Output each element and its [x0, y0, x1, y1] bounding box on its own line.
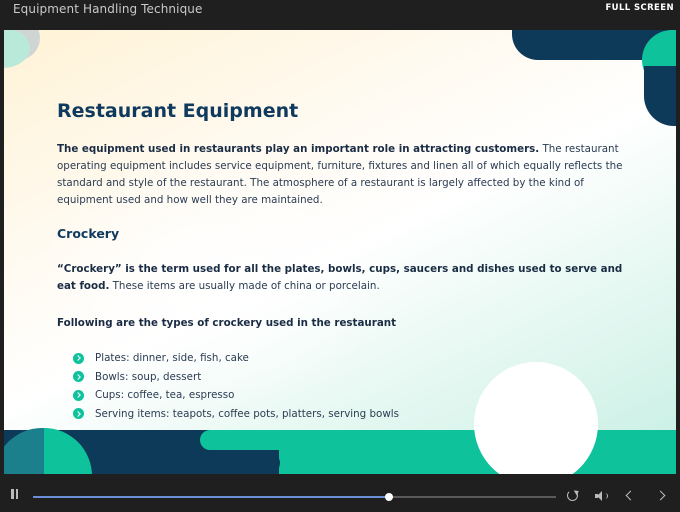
- player-top-bar: Equipment Handling Technique FULL SCREEN: [0, 0, 680, 30]
- crockery-heading: Crockery: [57, 226, 120, 241]
- list-item-text: Bowls: soup, dessert: [95, 370, 202, 383]
- slide-title: Restaurant Equipment: [57, 100, 299, 122]
- slide-canvas: Restaurant Equipment The equipment used …: [4, 30, 676, 474]
- seek-progress: [33, 496, 389, 498]
- chevron-circle-icon: [73, 408, 84, 420]
- decor-bottom-white-circle: [474, 362, 598, 474]
- volume-wave: [604, 493, 608, 499]
- crockery-types-list: Plates: dinner, side, fish, cake Bowls: …: [73, 349, 399, 423]
- fullscreen-button[interactable]: FULL SCREEN: [605, 3, 674, 13]
- chevron-circle-icon: [73, 371, 84, 383]
- intro-paragraph: The equipment used in restaurants play a…: [57, 141, 623, 209]
- chevron-right-icon[interactable]: [655, 490, 666, 501]
- player-controls: [0, 474, 680, 512]
- crockery-text: These items are usually made of china or…: [109, 280, 380, 292]
- pause-icon[interactable]: [10, 489, 19, 499]
- chevron-circle-icon: [73, 389, 84, 401]
- volume-icon[interactable]: [595, 491, 608, 501]
- seek-handle[interactable]: [384, 493, 393, 501]
- types-heading: Following are the types of crockery used…: [57, 315, 623, 332]
- list-item-text: Serving items: teapots, coffee pots, pla…: [95, 407, 399, 420]
- list-item: Serving items: teapots, coffee pots, pla…: [73, 405, 399, 424]
- chevron-left-icon[interactable]: [625, 490, 636, 501]
- list-item: Cups: coffee, tea, espresso: [73, 386, 399, 405]
- list-item: Bowls: soup, dessert: [73, 368, 399, 387]
- crockery-paragraph: “Crockery” is the term used for all the …: [57, 261, 623, 295]
- decor-bottom-navy-pill: [196, 452, 280, 474]
- types-heading-text: Following are the types of crockery used…: [57, 317, 397, 329]
- seek-bar[interactable]: [33, 493, 556, 501]
- list-item: Plates: dinner, side, fish, cake: [73, 349, 399, 368]
- decor-bottom-green-pill: [200, 430, 294, 450]
- list-item-text: Plates: dinner, side, fish, cake: [95, 352, 249, 365]
- list-item-text: Cups: coffee, tea, espresso: [95, 389, 235, 402]
- chevron-circle-icon: [73, 352, 84, 364]
- intro-bold-text: The equipment used in restaurants play a…: [57, 143, 540, 155]
- course-title: Equipment Handling Technique: [13, 2, 203, 16]
- replay-icon[interactable]: [567, 490, 578, 501]
- decor-quarter-navy: [644, 66, 676, 126]
